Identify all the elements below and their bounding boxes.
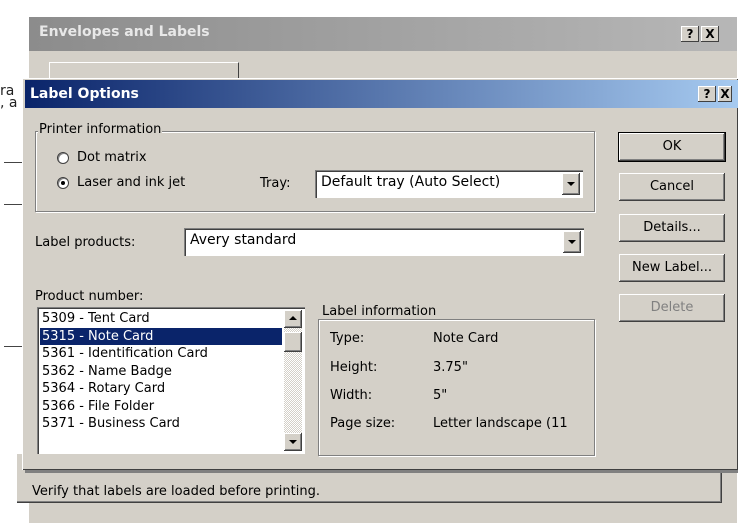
label-options-close-button[interactable]: X [718, 86, 732, 102]
envelopes-close-button[interactable]: X [701, 26, 719, 42]
product-list-item[interactable]: 5366 - File Folder [40, 398, 282, 415]
page-size-value: Letter landscape (11 [433, 416, 568, 431]
delete-button[interactable]: Delete [619, 294, 725, 322]
label-products-label: Label products: [35, 235, 136, 250]
page-size-value-clip: Letter landscape (11 [433, 416, 589, 431]
type-value: Note Card [433, 331, 499, 346]
label-products-dropdown-button[interactable] [563, 231, 581, 253]
label-options-title: Label Options [30, 86, 139, 102]
tray-select[interactable]: Default tray (Auto Select) [315, 170, 583, 198]
product-list-item[interactable]: 5371 - Business Card [40, 415, 282, 432]
dot-matrix-label[interactable]: Dot matrix [77, 150, 147, 165]
width-label: Width: [330, 388, 373, 403]
tray-label: Tray: [260, 176, 291, 191]
label-options-help-button[interactable]: ? [698, 86, 716, 102]
product-number-label: Product number: [35, 289, 144, 304]
envelopes-title-bar: Envelopes and Labels ? X [29, 17, 737, 51]
type-label: Type: [330, 331, 365, 346]
label-information-legend: Label information [321, 304, 438, 319]
width-value: 5" [433, 388, 448, 403]
page-size-label: Page size: [330, 416, 396, 431]
laser-inkjet-radio[interactable] [57, 177, 69, 189]
label-products-value: Avery standard [190, 232, 297, 248]
chevron-down-icon [567, 182, 575, 186]
envelopes-help-button[interactable]: ? [681, 26, 699, 42]
product-list-item[interactable]: 5362 - Name Badge [40, 363, 282, 380]
new-label-button[interactable]: New Label... [619, 254, 725, 282]
chevron-down-icon [568, 240, 576, 244]
laser-inkjet-label[interactable]: Laser and ink jet [77, 175, 185, 190]
product-list-item[interactable]: 5309 - Tent Card [40, 310, 282, 327]
scroll-thumb[interactable] [284, 332, 302, 352]
details-button[interactable]: Details... [619, 214, 725, 242]
tray-dropdown-button[interactable] [562, 173, 580, 195]
label-products-select[interactable]: Avery standard [184, 228, 584, 256]
label-options-title-bar: Label Options ? X [25, 80, 738, 108]
cancel-button[interactable]: Cancel [619, 173, 725, 201]
scroll-up-button[interactable] [284, 310, 302, 328]
chevron-down-icon [289, 440, 297, 444]
product-list-scrollbar[interactable] [284, 310, 302, 451]
envelopes-footer-text: Verify that labels are loaded before pri… [32, 484, 320, 499]
document-text-fragment: , a [0, 95, 18, 111]
envelopes-title: Envelopes and Labels [39, 24, 210, 40]
height-value: 3.75" [433, 360, 468, 375]
product-number-list[interactable]: 5309 - Tent Card 5315 - Note Card 5361 - I… [37, 307, 305, 454]
arrow-up-icon [289, 316, 297, 320]
height-label: Height: [330, 360, 378, 375]
radio-selected-dot [61, 181, 65, 185]
product-list-item[interactable]: 5364 - Rotary Card [40, 380, 282, 397]
dot-matrix-radio[interactable] [57, 152, 69, 164]
tray-select-value: Default tray (Auto Select) [321, 174, 501, 190]
ok-button[interactable]: OK [619, 133, 725, 161]
scroll-down-button[interactable] [284, 433, 302, 451]
product-list-item[interactable]: 5361 - Identification Card [40, 345, 282, 362]
product-list-item[interactable]: 5315 - Note Card [40, 327, 282, 345]
printer-information-legend: Printer information [38, 122, 163, 137]
